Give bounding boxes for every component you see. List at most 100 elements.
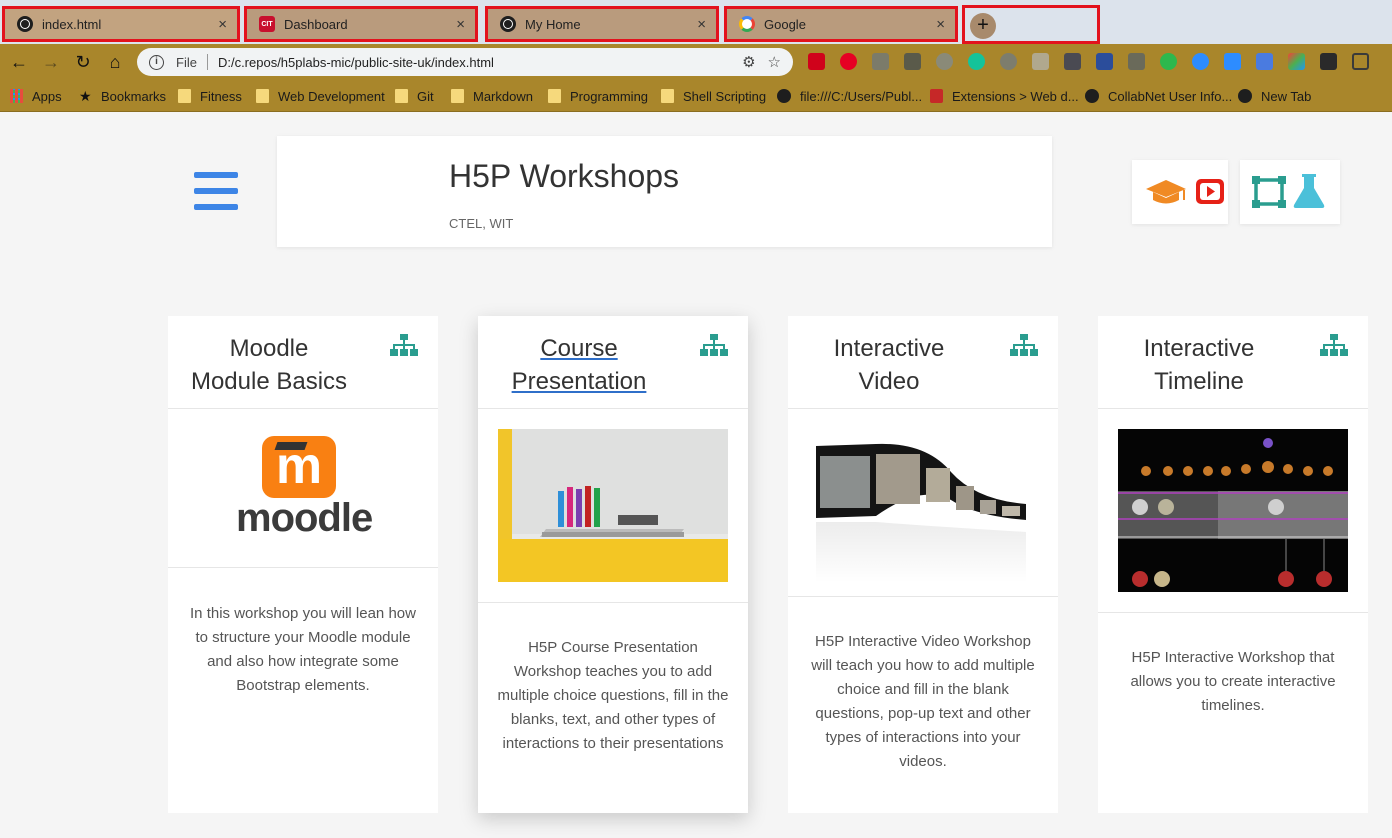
pinterest-extension-icon[interactable] (840, 53, 857, 70)
tab-my-home[interactable]: My Home × (485, 6, 719, 42)
sitemap-icon[interactable] (390, 334, 418, 356)
hamburger-menu-icon[interactable] (194, 172, 238, 212)
new-tab-button[interactable]: + (970, 13, 996, 39)
page-extension-icon[interactable] (1032, 53, 1049, 70)
info-icon[interactable]: i (149, 54, 164, 70)
divider (788, 408, 1058, 409)
card-title[interactable]: Course Presentation (478, 332, 680, 398)
divider (788, 596, 1058, 597)
folder-icon (661, 89, 674, 103)
bookmark-label: Extensions > Web d... (952, 88, 1079, 104)
card-title-line: Moodle (229, 335, 309, 362)
star-icon: ★ (79, 87, 92, 104)
bookmark-bookmarks[interactable]: ★ Bookmarks (79, 86, 166, 106)
divider (1098, 612, 1368, 613)
bookmarks-bar: Apps ★ Bookmarks Fitness Web Development … (0, 80, 1392, 112)
card-title[interactable]: Interactive Timeline (1098, 332, 1300, 398)
search-extension-icon[interactable] (936, 53, 953, 70)
grammarly-extension-icon[interactable] (968, 53, 985, 70)
sitemap-icon[interactable] (1010, 334, 1038, 356)
folder-icon (178, 89, 191, 103)
film-strip-cats-image (816, 443, 1026, 582)
forward-icon[interactable]: → (39, 50, 63, 74)
bookmark-folder-markdown[interactable]: Markdown (451, 86, 533, 106)
bookmark-label: file:///C:/Users/Publ... (800, 88, 923, 104)
translate-blocked-icon[interactable]: ⚙ (742, 53, 755, 71)
divider (168, 408, 438, 409)
bookmark-label: Programming (570, 88, 649, 104)
bookmark-star-icon[interactable]: ☆ (768, 53, 781, 71)
cit-icon: CIT (259, 16, 275, 32)
flipboard-extension-icon[interactable] (808, 53, 825, 70)
text-extension-icon[interactable] (904, 53, 921, 70)
chat-extension-icon[interactable] (1160, 53, 1177, 70)
bookmark-file-users[interactable]: file:///C:/Users/Publ... (777, 86, 922, 106)
tab-label: index.html (42, 16, 102, 32)
reload-icon[interactable]: ↻ (71, 50, 95, 74)
card-title-line: Module Basics (190, 368, 348, 395)
capture-extension-icon[interactable] (1352, 53, 1369, 70)
bookmark-new-tab[interactable]: New Tab (1238, 86, 1311, 106)
tab-label: Google (764, 16, 806, 32)
workshop-card-course-presentation[interactable]: Course Presentation H5P Course Presentati… (478, 316, 748, 813)
evernote-extension-icon[interactable] (1192, 53, 1209, 70)
bookmark-folder-fitness[interactable]: Fitness (178, 86, 242, 106)
workshop-card-interactive-timeline[interactable]: Interactive Timeline H5P Interactive Wor… (1098, 316, 1368, 813)
card-title[interactable]: Interactive Video (788, 332, 990, 398)
workshop-card-moodle[interactable]: Moodle Module Basics m moodle In this wo… (168, 316, 438, 813)
bookmark-folder-git[interactable]: Git (395, 86, 434, 106)
new-tab-area: + (962, 5, 1100, 44)
close-icon[interactable]: × (218, 16, 227, 33)
color-extension-icon[interactable] (1288, 53, 1305, 70)
close-icon[interactable]: × (697, 16, 706, 33)
close-icon[interactable]: × (936, 16, 945, 33)
bookmark-folder-programming[interactable]: Programming (548, 86, 648, 106)
card-description: H5P Interactive Video Workshop will teac… (811, 633, 1035, 770)
eyedropper-extension-icon[interactable] (1128, 53, 1145, 70)
lab-links-box (1240, 160, 1340, 224)
sitemap-icon[interactable] (1320, 334, 1348, 356)
back-icon[interactable]: ← (7, 50, 31, 74)
sitemap-icon[interactable] (700, 334, 728, 356)
share-extension-icon[interactable] (1256, 53, 1273, 70)
bookmark-label: Git (417, 88, 434, 104)
extensions-icon (930, 89, 943, 103)
drive-extension-icon[interactable] (872, 53, 889, 70)
close-icon[interactable]: × (456, 16, 465, 33)
folder-icon (451, 89, 464, 103)
settings-extension-icon[interactable] (1000, 53, 1017, 70)
globe-icon (777, 89, 791, 103)
workshop-card-interactive-video[interactable]: Interactive Video H5P Interactive Video … (788, 316, 1058, 813)
bookmark-label: Markdown (473, 88, 533, 104)
page-header: H5P Workshops CTEL, WIT (277, 136, 1052, 247)
address-bar[interactable]: i File D:/c.repos/h5plabs-mic/public-sit… (137, 48, 793, 76)
globe-icon (500, 16, 516, 32)
youtube-icon[interactable] (1196, 179, 1224, 204)
bookmark-apps[interactable]: Apps (10, 86, 62, 106)
bookmark-label: Apps (32, 88, 62, 104)
google-icon (739, 16, 755, 32)
card-title-link[interactable]: Course Presentation (512, 335, 647, 395)
tab-google[interactable]: Google × (724, 6, 958, 42)
c-extension-icon[interactable] (1064, 53, 1081, 70)
expand-frame-icon[interactable] (1252, 176, 1286, 208)
card-description: In this workshop you will lean how to st… (190, 605, 416, 694)
folder-icon (548, 89, 561, 103)
flask-icon[interactable] (1293, 174, 1325, 208)
home-icon[interactable]: ⌂ (103, 50, 127, 74)
card-title[interactable]: Moodle Module Basics (168, 332, 370, 398)
book-extension-icon[interactable] (1096, 53, 1113, 70)
bookmark-label: CollabNet User Info... (1108, 88, 1233, 104)
url-text[interactable]: D:/c.repos/h5plabs-mic/public-site-uk/in… (218, 55, 742, 70)
bookmark-folder-web-development[interactable]: Web Development (256, 86, 385, 106)
bookmark-folder-shell-scripting[interactable]: Shell Scripting (661, 86, 766, 106)
tab-index[interactable]: index.html × (2, 6, 240, 42)
screenshot-extension-icon[interactable] (1320, 53, 1337, 70)
bookmark-collabnet[interactable]: CollabNet User Info... (1085, 86, 1232, 106)
card-title-line: Course (540, 335, 618, 362)
zoom-extension-icon[interactable] (1224, 53, 1241, 70)
bookmark-extensions[interactable]: Extensions > Web d... (930, 86, 1079, 106)
tab-dashboard[interactable]: CIT Dashboard × (244, 6, 478, 42)
graduation-cap-icon[interactable] (1146, 180, 1186, 204)
page-title: H5P Workshops (449, 158, 680, 194)
